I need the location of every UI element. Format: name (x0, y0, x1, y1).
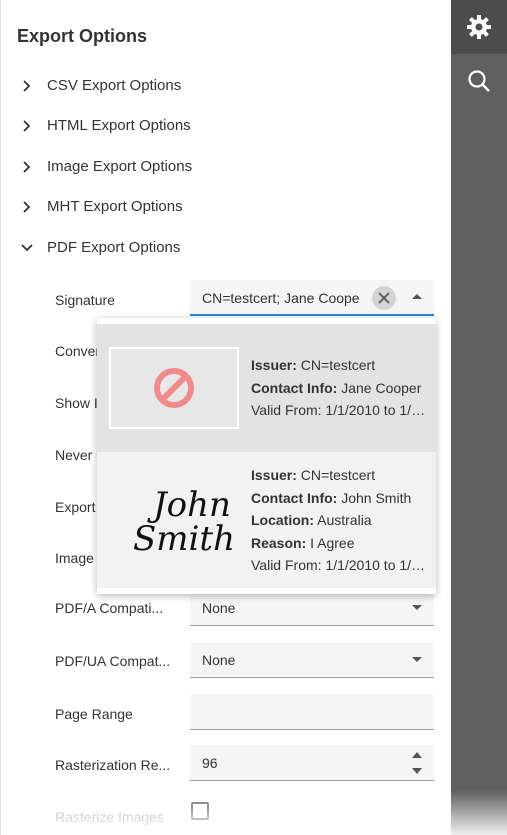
section-label: HTML Export Options (47, 117, 191, 134)
signature-image: John Smith (133, 485, 235, 559)
issuer-line: Issuer: CN=testcert (251, 464, 426, 487)
clear-icon[interactable] (372, 286, 396, 310)
export-label: Export (55, 499, 96, 515)
rasterization-resolution-input[interactable]: 96 (190, 745, 434, 781)
chevron-right-icon (23, 120, 31, 132)
right-toolbar (451, 0, 507, 835)
rasterization-label: Rasterization Re... (55, 757, 171, 773)
pdfua-compat-select[interactable]: None (190, 642, 434, 678)
spin-down-icon[interactable] (412, 768, 422, 774)
location-key: Location: (251, 512, 314, 528)
contact-line: Contact Info: Jane Cooper (251, 377, 426, 400)
signature-value: CN=testcert; Jane Cooper (202, 290, 360, 306)
issuer-value: CN=testcert (296, 357, 376, 373)
pdfa-compat-select[interactable]: None (190, 590, 434, 626)
page-range-label: Page Range (55, 706, 133, 722)
export-options-panel: Export Options CSV Export Options HTML E… (0, 0, 452, 835)
no-signature-thumbnail (109, 347, 239, 429)
section-html-export[interactable]: HTML Export Options (1, 106, 452, 146)
pdfua-compat-label: PDF/UA Compat... (55, 653, 171, 669)
show-label: Show I (55, 395, 98, 411)
issuer-key: Issuer: (251, 467, 297, 483)
issuer-value: CN=testcert (296, 467, 376, 483)
location-line: Location: Australia (251, 509, 426, 532)
contact-value: Jane Cooper (337, 379, 422, 396)
signature-details: Issuer: CN=testcert Contact Info: John S… (251, 464, 426, 577)
signature-label: Signature (55, 292, 115, 308)
toolbar-fade (451, 790, 507, 835)
pdfa-compat-value: None (202, 600, 236, 616)
valid-line: Valid From: 1/1/2010 to 1/1/2030 (251, 557, 426, 573)
image-label: Image (55, 550, 94, 566)
location-value: Australia (314, 512, 372, 528)
section-label: Image Export Options (47, 158, 193, 175)
john-smith-signature-thumbnail: John Smith (109, 476, 239, 559)
signature-dropdown: Issuer: CN=testcert Contact Info: Jane C… (97, 318, 436, 594)
issuer-key: Issuer: (251, 357, 297, 373)
rasterize-images-label: Rasterize Images (55, 809, 164, 825)
never-label: Never (55, 447, 93, 463)
search-icon (468, 70, 490, 92)
rasterization-value: 96 (202, 755, 218, 771)
chevron-right-icon (23, 201, 31, 213)
contact-value: John Smith (337, 489, 412, 506)
signature-select[interactable]: CN=testcert; Jane Cooper (190, 280, 434, 316)
panel-title: Export Options (17, 26, 147, 46)
section-label: MHT Export Options (47, 198, 183, 215)
section-label: PDF Export Options (47, 239, 181, 256)
signature-option-john-smith[interactable]: John Smith Issuer: CN=testcert Contact I… (97, 452, 436, 588)
section-csv-export[interactable]: CSV Export Options (1, 66, 452, 106)
reason-key: Reason: (251, 534, 307, 551)
pdfua-compat-value: None (202, 652, 236, 668)
no-signature-icon (154, 368, 194, 408)
signature-details: Issuer: CN=testcert Contact Info: Jane C… (251, 354, 426, 422)
spin-up-icon[interactable] (412, 752, 422, 758)
contact-line: Contact Info: John Smith (251, 487, 426, 510)
reason-value: I Agree (306, 534, 355, 551)
rasterize-images-checkbox[interactable] (191, 802, 209, 820)
settings-button[interactable] (451, 0, 507, 54)
dropdown-collapse-icon[interactable] (412, 294, 422, 299)
section-image-export[interactable]: Image Export Options (1, 147, 452, 187)
dropdown-arrow-icon (412, 657, 422, 662)
contact-key: Contact Info: (251, 379, 338, 396)
convert-label: Conver (55, 343, 101, 359)
pdfa-compat-label: PDF/A Compati... (55, 600, 164, 616)
signature-option-jane-cooper[interactable]: Issuer: CN=testcert Contact Info: Jane C… (97, 324, 436, 452)
chevron-right-icon (23, 161, 31, 173)
section-label: CSV Export Options (47, 77, 182, 94)
page-range-input[interactable] (190, 694, 434, 730)
chevron-down-icon (21, 244, 33, 252)
section-pdf-export[interactable]: PDF Export Options (1, 228, 452, 268)
chevron-right-icon (23, 80, 31, 92)
signature-text-2: Smith (133, 519, 235, 559)
section-mht-export[interactable]: MHT Export Options (1, 187, 452, 227)
valid-line: Valid From: 1/1/2010 to 1/1/2030 (251, 402, 426, 418)
contact-key: Contact Info: (251, 489, 338, 506)
reason-line: Reason: I Agree (251, 532, 426, 555)
dropdown-arrow-icon (412, 605, 422, 610)
issuer-line: Issuer: CN=testcert (251, 354, 426, 377)
search-button[interactable] (451, 54, 507, 108)
gear-icon (467, 15, 491, 39)
